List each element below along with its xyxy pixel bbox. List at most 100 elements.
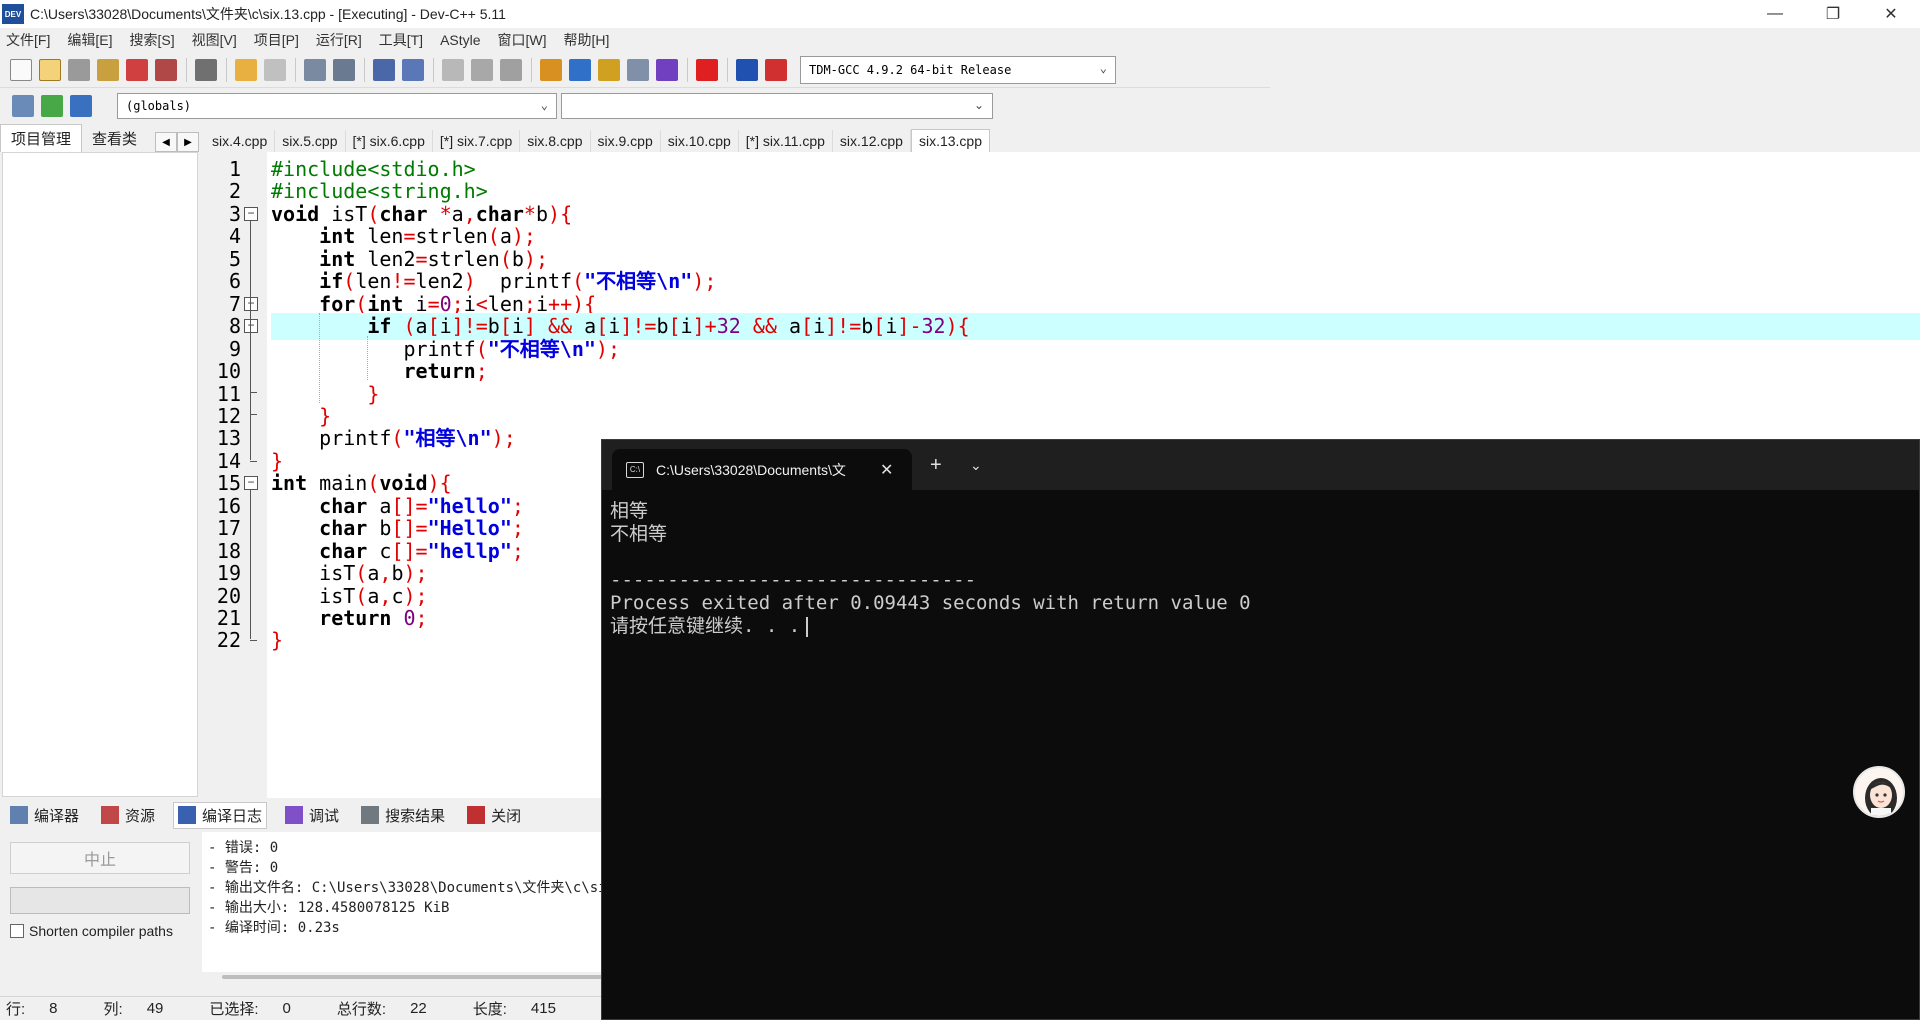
- terminal-icon: C:\: [626, 461, 644, 478]
- toolbar-separator: [433, 57, 434, 82]
- class-browser-icon[interactable]: [70, 95, 92, 117]
- chevron-down-icon[interactable]: ⌄: [970, 457, 982, 474]
- function-select[interactable]: ⌄: [561, 93, 993, 119]
- close-file-icon[interactable]: [126, 58, 148, 81]
- stop-execution-icon[interactable]: [696, 58, 718, 81]
- project-manager-panel: [2, 152, 198, 797]
- tab-project-manager[interactable]: 项目管理: [0, 124, 83, 152]
- tab-search-results[interactable]: 搜索结果: [357, 803, 449, 828]
- replace-icon[interactable]: [333, 58, 355, 81]
- tab-debug[interactable]: 调试: [281, 803, 343, 828]
- console-output[interactable]: 相等 不相等 -------------------------------- Pro…: [610, 500, 1919, 1019]
- globals-select-value: (globals): [126, 99, 192, 113]
- console-line: Process exited after 0.09443 seconds wit…: [610, 592, 1251, 614]
- rebuild-icon[interactable]: [627, 58, 649, 81]
- compile-controls: 中止 Shorten compiler paths: [0, 830, 200, 990]
- indent-guide: [367, 335, 369, 381]
- bookmark-forward-icon[interactable]: [471, 58, 493, 81]
- menu-tools[interactable]: 工具[T]: [379, 30, 423, 50]
- profile-chart-icon[interactable]: [736, 58, 758, 81]
- menu-view[interactable]: 视图[V]: [192, 30, 237, 50]
- file-tab[interactable]: six.9.cpp: [591, 130, 661, 152]
- restore-button[interactable]: ❐: [1804, 0, 1862, 28]
- file-tab[interactable]: [*] six.7.cpp: [433, 130, 521, 152]
- shorten-paths-checkbox[interactable]: [10, 924, 24, 938]
- menu-help[interactable]: 帮助[H]: [564, 30, 610, 50]
- redo-icon[interactable]: [264, 58, 286, 81]
- insert-icon[interactable]: [12, 95, 34, 117]
- file-tab[interactable]: six.13.cpp: [910, 129, 991, 152]
- comment-icon[interactable]: [500, 58, 522, 81]
- left-panel-tabs: 项目管理 查看类 ◀ ▶: [0, 124, 200, 152]
- tab-compile-log-label: 编译日志: [202, 807, 263, 825]
- find-icon[interactable]: [304, 58, 326, 81]
- bookmark-back-icon[interactable]: [442, 58, 464, 81]
- close-all-icon[interactable]: [155, 58, 177, 81]
- tab-compiler[interactable]: 编译器: [6, 803, 83, 828]
- file-tab[interactable]: [*] six.6.cpp: [346, 130, 433, 152]
- tab-close[interactable]: 关闭: [463, 803, 525, 828]
- assistant-avatar[interactable]: [1853, 766, 1905, 818]
- tab-resources[interactable]: 资源: [97, 803, 159, 828]
- menu-run[interactable]: 运行[R]: [316, 30, 362, 50]
- compiler-select[interactable]: TDM-GCC 4.9.2 64-bit Release ⌄: [800, 55, 1116, 84]
- close-icon[interactable]: ✕: [880, 460, 893, 480]
- fold-end-mark: [250, 413, 257, 415]
- goto-icon[interactable]: [41, 95, 63, 117]
- file-tab[interactable]: six.10.cpp: [661, 130, 739, 152]
- tab-compile-log[interactable]: 编译日志: [173, 801, 268, 829]
- debug-icon[interactable]: [765, 58, 787, 81]
- save-all-icon[interactable]: [97, 58, 119, 81]
- stop-button[interactable]: 中止: [10, 842, 190, 874]
- file-tab[interactable]: [*] six.11.cpp: [739, 130, 833, 152]
- fold-toggle-icon[interactable]: −: [244, 296, 258, 311]
- chevron-down-icon: ⌄: [540, 98, 548, 112]
- line-number: 22: [216, 628, 241, 653]
- unindent-icon[interactable]: [402, 58, 424, 81]
- file-tab[interactable]: six.8.cpp: [520, 130, 591, 152]
- open-file-icon[interactable]: [39, 58, 61, 81]
- menu-file[interactable]: 文件[F]: [6, 30, 50, 50]
- compile-run-icon[interactable]: [598, 58, 620, 81]
- undo-icon[interactable]: [235, 58, 257, 81]
- tab-close-label: 关闭: [491, 807, 522, 825]
- fold-toggle-icon[interactable]: −: [244, 476, 258, 491]
- tab-class-view[interactable]: 查看类: [82, 125, 147, 152]
- menu-project[interactable]: 项目[P]: [254, 30, 299, 50]
- new-tab-icon[interactable]: +: [930, 454, 942, 477]
- menu-search[interactable]: 搜索[S]: [129, 30, 174, 50]
- menu-astyle[interactable]: AStyle: [440, 32, 480, 48]
- shorten-paths-option[interactable]: Shorten compiler paths: [10, 923, 173, 939]
- file-tab[interactable]: six.5.cpp: [275, 130, 346, 152]
- search-icon: [361, 806, 380, 824]
- console-window[interactable]: C:\ C:\Users\33028\Documents\文 ✕ + ⌄ 相等不…: [601, 439, 1920, 1020]
- fold-toggle-icon[interactable]: −: [244, 319, 258, 334]
- shorten-paths-label: Shorten compiler paths: [29, 923, 173, 939]
- run-icon[interactable]: [569, 58, 591, 81]
- indent-icon[interactable]: [373, 58, 395, 81]
- minimize-button[interactable]: —: [1746, 0, 1804, 28]
- menu-edit[interactable]: 编辑[E]: [67, 30, 112, 50]
- fold-toggle-icon[interactable]: −: [244, 206, 258, 221]
- status-col-label: 列:: [103, 1001, 123, 1018]
- toolbar-separator: [226, 57, 227, 82]
- right-arrow-icon[interactable]: ▶: [177, 132, 200, 152]
- left-tab-scroll: ◀ ▶: [155, 132, 200, 152]
- file-tab[interactable]: six.4.cpp: [205, 130, 276, 152]
- close-button[interactable]: ✕: [1862, 0, 1920, 28]
- print-icon[interactable]: [195, 58, 217, 81]
- new-file-icon[interactable]: [10, 58, 32, 81]
- status-row-label: 行:: [6, 1001, 26, 1018]
- console-tab[interactable]: C:\ C:\Users\33028\Documents\文 ✕: [612, 449, 912, 490]
- file-tab[interactable]: six.12.cpp: [833, 130, 911, 152]
- left-arrow-icon[interactable]: ◀: [155, 132, 178, 152]
- tab-compiler-label: 编译器: [34, 807, 80, 825]
- console-line: 相等: [610, 500, 649, 522]
- globals-select[interactable]: (globals) ⌄: [117, 93, 557, 119]
- text-cursor: [806, 616, 809, 637]
- syntax-check-icon[interactable]: [656, 58, 678, 81]
- menu-window[interactable]: 窗口[W]: [498, 30, 547, 50]
- compile-icon[interactable]: [540, 58, 562, 81]
- save-icon[interactable]: [68, 58, 90, 81]
